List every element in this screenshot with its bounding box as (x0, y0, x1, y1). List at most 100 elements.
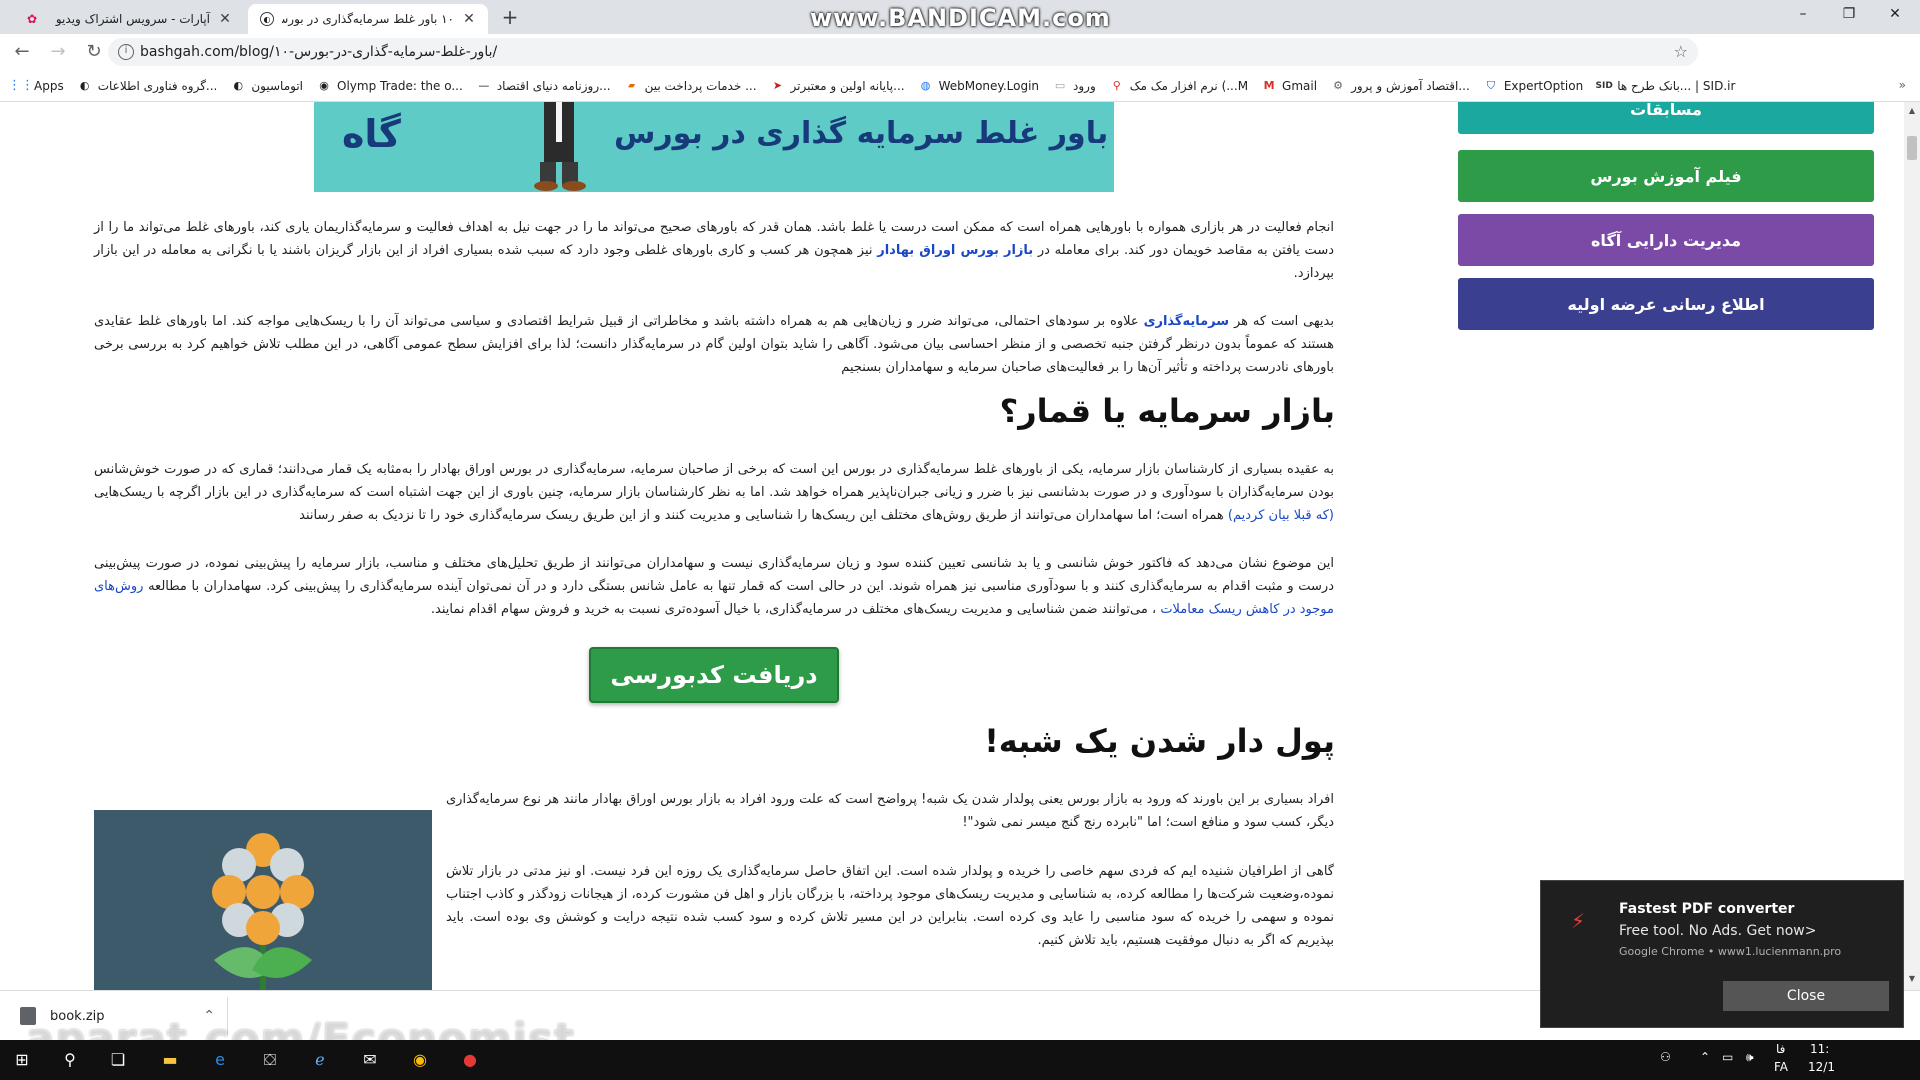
section-heading-overnight-rich: پول دار شدن یک شبه! (984, 722, 1335, 760)
scroll-down-arrow[interactable]: ▼ (1907, 974, 1917, 983)
edge-icon[interactable]: e (206, 1046, 234, 1074)
paragraph-text: ، می‌توانند ضمن شناسایی و مدیریت ریسک‌ها… (430, 602, 1157, 617)
clock-time[interactable]: 11: (1810, 1042, 1829, 1056)
mail-icon[interactable]: ✉ (356, 1046, 384, 1074)
bookmark-olymp[interactable]: ◉ Olymp Trade: the o... (317, 79, 463, 93)
previously-mentioned-link[interactable]: (که قبلا بیان کردیم) (1228, 508, 1334, 523)
gear-icon: ⚙ (1333, 79, 1343, 92)
reload-icon[interactable]: ↻ (80, 38, 108, 66)
notification-body[interactable]: Free tool. No Ads. Get now> (1619, 923, 1817, 939)
title-bar: ✿ آپارات - سرویس اشتراک ویدیو ✕ ◐ ۱۰ باو… (0, 0, 1920, 34)
scroll-up-arrow[interactable]: ▲ (1907, 106, 1917, 115)
bookmark-gmail[interactable]: M Gmail (1262, 78, 1318, 93)
bookmark-terminal[interactable]: ➤ پایانه اولین و معتبرتر... (771, 79, 905, 93)
restore-button[interactable]: ❐ (1826, 0, 1872, 30)
close-tab-icon[interactable]: ✕ (460, 11, 478, 27)
input-language[interactable]: FA (1774, 1060, 1788, 1074)
investment-link[interactable]: سرمایه‌گذاری (1144, 314, 1230, 329)
bookmark-login[interactable]: ▭ ورود (1053, 79, 1096, 93)
input-language-fa[interactable]: فا (1776, 1042, 1785, 1056)
bookmark-it-group[interactable]: ◐ گروه فناوری اطلاعات... (78, 78, 218, 93)
chrome-icon[interactable]: ◉ (406, 1046, 434, 1074)
paragraph-text: بدیهی است که هر (1233, 314, 1334, 329)
shield-icon: ⛉ (1486, 78, 1495, 92)
bookmark-label: اقتصاد آموزش و پرور... (1351, 78, 1470, 93)
internet-explorer-icon[interactable]: ℯ (306, 1046, 334, 1074)
article-paragraph-3: به عقیده بسیاری از کارشناسان بازار سرمای… (94, 458, 1334, 527)
webmoney-icon: ◍ (920, 79, 931, 92)
gmail-icon: M (1263, 79, 1275, 92)
close-tab-icon[interactable]: ✕ (216, 11, 234, 27)
bookmark-payment[interactable]: ▰ خدمات پرداخت بین ... (625, 79, 756, 93)
sidebar-asset-management-button[interactable]: مدیریت دارایی آگاه (1458, 214, 1874, 266)
close-window-button[interactable]: ✕ (1872, 0, 1918, 30)
file-explorer-icon[interactable]: ▬ (156, 1046, 184, 1074)
bourse-market-link[interactable]: بازار بورس اوراق بهادار (877, 243, 1033, 258)
login-icon: ▭ (1054, 79, 1066, 92)
bookmark-economy-edu[interactable]: ⚙ اقتصاد آموزش و پرور... (1331, 79, 1470, 93)
tab-aparat[interactable]: ✿ آپارات - سرویس اشتراک ویدیو ✕ (12, 4, 244, 34)
bookmark-label: ورود (1073, 78, 1096, 93)
windows-start-icon[interactable]: ⊞ (8, 1046, 36, 1074)
article-paragraph-4: این موضوع نشان می‌دهد که فاکتور خوش شانس… (94, 552, 1334, 621)
article-paragraph-1: انجام فعالیت در هر بازاری همواره با باور… (94, 216, 1334, 285)
chevron-up-icon[interactable]: ⌃ (1700, 1050, 1710, 1064)
bookmark-mak[interactable]: ⚲ نرم افزار مک مک (...M (1110, 79, 1248, 93)
info-icon[interactable]: i (118, 44, 134, 60)
bookmark-label: Apps (34, 78, 64, 93)
bookmark-star-icon[interactable]: ☆ (1674, 42, 1688, 61)
sidebar-competitions-button[interactable]: مسابقات (1458, 102, 1874, 134)
paragraph-text: این موضوع نشان می‌دهد که فاکتور خوش شانس… (94, 556, 1334, 594)
bookmark-apps[interactable]: ⋮⋮ Apps (8, 78, 64, 93)
bookmark-sid[interactable]: SID بانک طرح ها... | SID.ir (1596, 79, 1736, 93)
payment-icon: ▰ (628, 80, 636, 91)
minimize-button[interactable]: – (1780, 0, 1826, 30)
article-banner: ۱۰ باور غلط سرمایه گذاری در بورس گاه (314, 102, 1114, 192)
bookmark-expertoption[interactable]: ⛉ ExpertOption (1484, 78, 1584, 93)
bookmark-label: ExpertOption (1503, 78, 1584, 93)
bookmark-label: گروه فناوری اطلاعات... (97, 78, 218, 93)
chrome-notification: ⚡ Fastest PDF converter Free tool. No Ad… (1540, 880, 1904, 1028)
bookmark-automation[interactable]: ◐ اتوماسیون (231, 79, 303, 93)
sidebar-bourse-video-button[interactable]: فیلم آموزش بورس (1458, 150, 1874, 202)
bookmark-donya-eqtesad[interactable]: — روزنامه دنیای اقتصاد... (477, 79, 610, 93)
bandicam-record-icon[interactable]: ● (456, 1046, 484, 1074)
notification-close-button[interactable]: Close (1723, 981, 1889, 1011)
banner-brand-logo: گاه (342, 112, 401, 156)
bandicam-watermark: www.BANDICAM.com (810, 4, 1111, 32)
section-heading-gambling: بازار سرمایه یا قمار؟ (999, 392, 1335, 430)
clock-date[interactable]: 12/1 (1808, 1060, 1835, 1074)
banner-title: ۱۰ باور غلط سرمایه گذاری در بورس (614, 116, 1114, 151)
article-paragraph-5: افراد بسیاری بر این باورند که ورود به با… (446, 792, 1334, 830)
network-icon[interactable]: ⚇ (1660, 1050, 1671, 1064)
get-bourse-code-button[interactable]: دریافت کدبورسی (589, 647, 839, 703)
tab-title: ۱۰ باور غلط سرمایه‌گذاری در بورس (282, 12, 454, 26)
store-icon[interactable]: ⛋ (256, 1046, 284, 1074)
pin-icon: ⚲ (1112, 79, 1121, 92)
sidebar-ipo-info-button[interactable]: اطلاع رسانی عرضه اولیه (1458, 278, 1874, 330)
forward-arrow-icon[interactable]: → (44, 38, 72, 66)
windows-taskbar: ⊞ ⚲ ❏ ▬ e ⛋ ℯ ✉ ◉ ● ⚇ ⌃ ▭ 🕪 فا FA 11: 12… (0, 1040, 1920, 1080)
new-tab-button[interactable]: + (498, 6, 522, 30)
page-scrollbar[interactable]: ▲ ▼ (1904, 102, 1920, 990)
volume-icon[interactable]: 🕪 (1746, 1050, 1754, 1065)
globe-icon: ◐ (79, 79, 90, 92)
bookmark-webmoney[interactable]: ◍ WebMoney.Login (919, 79, 1039, 93)
more-bookmarks-button[interactable]: » (1899, 78, 1906, 92)
article-paragraph-2: بدیهی است که هر سرمایه‌گذاری علاوه بر سو… (94, 310, 1334, 379)
scroll-thumb[interactable] (1907, 136, 1917, 160)
bookmark-label: Gmail (1282, 78, 1318, 93)
wifi-icon[interactable]: ▭ (1722, 1050, 1733, 1064)
search-icon[interactable]: ⚲ (56, 1046, 84, 1074)
globe-icon: ◐ (260, 12, 274, 26)
coin-flower-icon (94, 810, 432, 990)
bookmark-label: پایانه اولین و معتبرتر... (790, 78, 905, 93)
url-text[interactable]: bashgah.com/blog/۱۰-باور-غلط-سرمایه-گذار… (140, 44, 497, 60)
task-view-icon[interactable]: ❏ (104, 1046, 132, 1074)
back-arrow-icon[interactable]: ← (8, 38, 36, 66)
bookmark-label: WebMoney.Login (938, 78, 1040, 93)
notification-title: Fastest PDF converter (1619, 901, 1795, 917)
address-bar[interactable]: i bashgah.com/blog/۱۰-باور-غلط-سرمایه-گذ… (108, 38, 1698, 66)
tab-bashgah[interactable]: ◐ ۱۰ باور غلط سرمایه‌گذاری در بورس ✕ (248, 4, 488, 34)
bookmark-label: اتوماسیون (251, 78, 304, 93)
